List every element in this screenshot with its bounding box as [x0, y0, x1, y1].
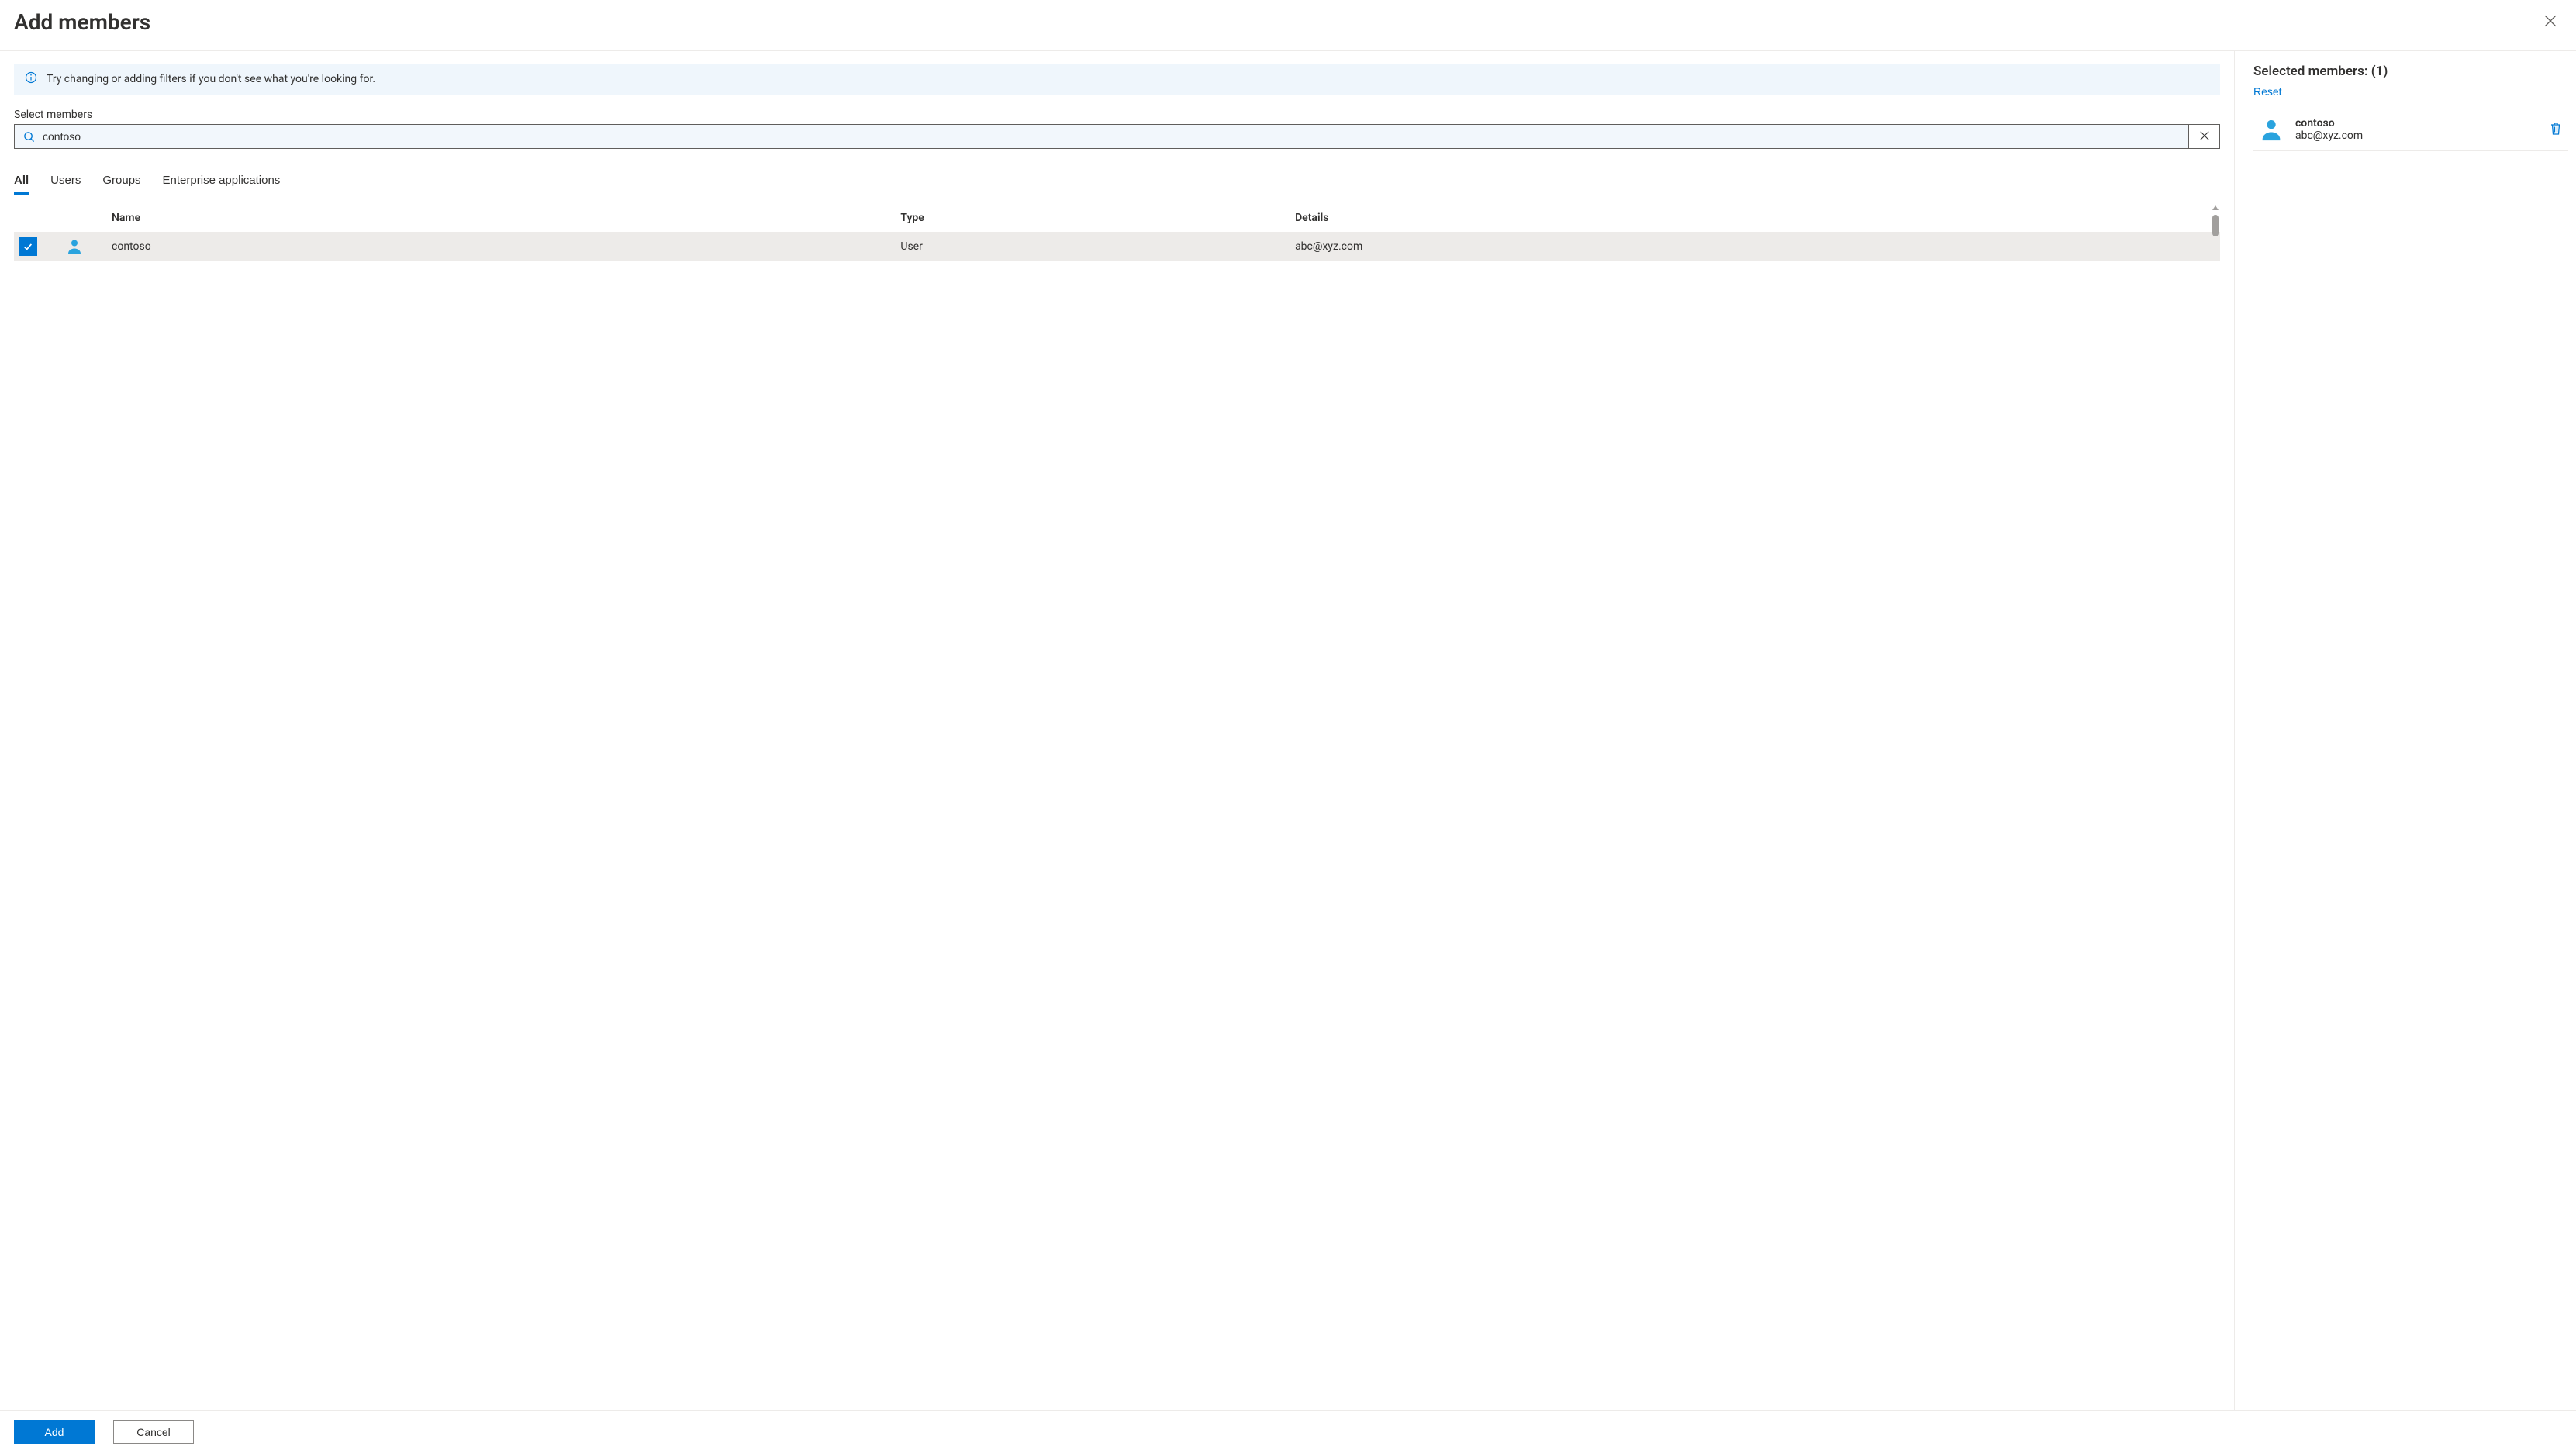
remove-selected-button[interactable]: [2547, 119, 2565, 141]
row-name: contoso: [112, 240, 900, 253]
selected-members-list: contoso abc@xyz.com: [2253, 110, 2568, 1407]
info-icon: [25, 71, 37, 87]
selected-member-details: abc@xyz.com: [2295, 129, 2536, 142]
close-icon: [2543, 14, 2557, 30]
search-input[interactable]: [43, 125, 2188, 148]
reset-link[interactable]: Reset: [2253, 85, 2568, 98]
column-header-details: Details: [1295, 212, 2215, 224]
info-text: Try changing or adding filters if you do…: [47, 73, 375, 85]
selected-member-item: contoso abc@xyz.com: [2253, 110, 2568, 151]
close-button[interactable]: [2539, 9, 2562, 35]
filter-tabs: All Users Groups Enterprise applications: [14, 169, 2220, 195]
search-box[interactable]: [14, 124, 2220, 149]
x-icon: [2199, 130, 2210, 143]
page-title: Add members: [14, 9, 150, 35]
tab-enterprise-applications[interactable]: Enterprise applications: [163, 169, 281, 195]
selected-member-name: contoso: [2295, 117, 2536, 129]
row-checkbox[interactable]: [19, 237, 37, 256]
tab-users[interactable]: Users: [50, 169, 81, 195]
cancel-button[interactable]: Cancel: [113, 1420, 194, 1444]
selected-members-heading: Selected members: (1): [2253, 64, 2568, 79]
results-column-headers: Name Type Details: [14, 204, 2220, 232]
user-icon: [65, 237, 112, 256]
scrollbar[interactable]: [2211, 204, 2220, 236]
results-area: Name Type Details: [14, 204, 2220, 1407]
trash-icon: [2550, 126, 2562, 138]
table-row[interactable]: contoso User abc@xyz.com: [14, 232, 2220, 261]
column-header-type: Type: [900, 212, 1295, 224]
search-icon: [15, 125, 43, 148]
user-icon: [2258, 116, 2284, 143]
row-type: User: [900, 240, 1295, 253]
clear-search-button[interactable]: [2188, 125, 2219, 148]
info-bar: Try changing or adding filters if you do…: [14, 64, 2220, 95]
search-label: Select members: [14, 109, 2220, 121]
row-details: abc@xyz.com: [1295, 240, 2215, 253]
add-button[interactable]: Add: [14, 1420, 95, 1444]
tab-all[interactable]: All: [14, 169, 29, 195]
tab-groups[interactable]: Groups: [102, 169, 140, 195]
column-header-name: Name: [112, 212, 900, 224]
